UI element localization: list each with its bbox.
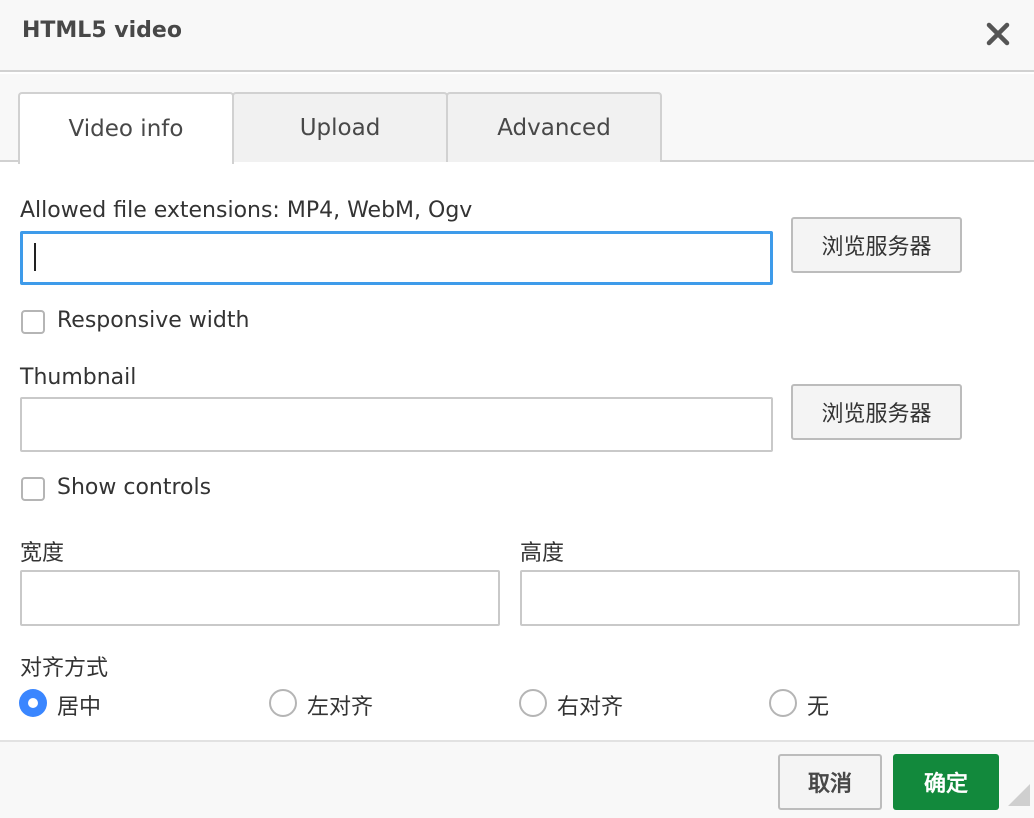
width-input[interactable]: [20, 570, 500, 626]
responsive-width-label: Responsive width: [57, 308, 250, 333]
thumbnail-label: Thumbnail: [20, 365, 137, 390]
align-left-radio[interactable]: [269, 689, 297, 717]
height-input[interactable]: [520, 570, 1020, 626]
align-center-radio[interactable]: [19, 689, 47, 717]
dialog-title: HTML5 video: [22, 18, 182, 43]
dialog-footer: 取消 确定: [0, 740, 1034, 818]
align-none-radio[interactable]: [769, 689, 797, 717]
dialog-titlebar: HTML5 video: [0, 0, 1034, 72]
height-label: 高度: [520, 541, 565, 566]
ok-button[interactable]: 确定: [893, 754, 999, 810]
align-right-radio[interactable]: [519, 689, 547, 717]
cancel-button[interactable]: 取消: [778, 754, 882, 810]
show-controls-label: Show controls: [57, 475, 212, 500]
html5-video-dialog: HTML5 video Video info Upload Advanced A…: [0, 0, 1034, 818]
resize-handle-icon[interactable]: [1008, 784, 1030, 806]
tab-video-info[interactable]: Video info: [18, 92, 234, 164]
tab-bar: Video info Upload Advanced: [0, 74, 1034, 164]
close-icon[interactable]: [984, 20, 1012, 48]
width-label: 宽度: [20, 541, 65, 566]
align-left-label: 左对齐: [307, 695, 374, 720]
url-input[interactable]: [20, 231, 773, 285]
thumbnail-browse-server-button[interactable]: 浏览服务器: [791, 384, 962, 440]
text-caret: [34, 243, 36, 271]
align-right-label: 右对齐: [557, 695, 624, 720]
tab-advanced[interactable]: Advanced: [446, 92, 662, 162]
align-label: 对齐方式: [20, 656, 109, 681]
url-label: Allowed file extensions: MP4, WebM, Ogv: [20, 198, 473, 223]
browse-server-button[interactable]: 浏览服务器: [791, 217, 962, 273]
align-center-label: 居中: [57, 695, 102, 720]
align-none-label: 无: [807, 695, 830, 720]
tab-upload[interactable]: Upload: [232, 92, 448, 162]
responsive-width-checkbox[interactable]: [21, 310, 45, 334]
thumbnail-input[interactable]: [20, 397, 773, 452]
show-controls-checkbox[interactable]: [21, 477, 45, 501]
